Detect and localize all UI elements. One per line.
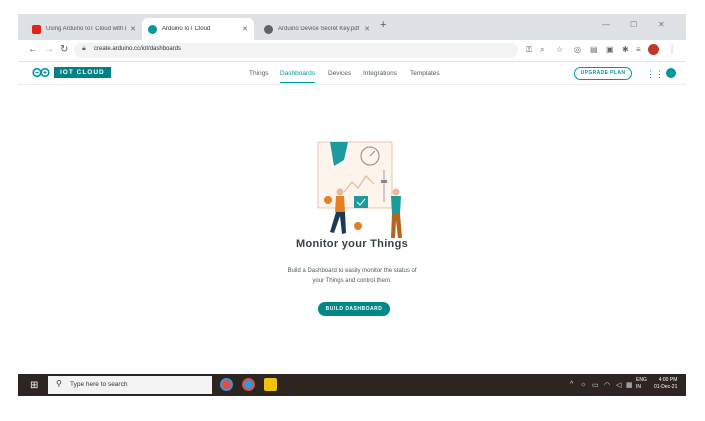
- browser-tab-strip: Using Arduino IoT Cloud with E… ✕ Arduin…: [18, 14, 686, 40]
- key-icon[interactable]: ⚿: [526, 45, 532, 55]
- maximize-icon[interactable]: ☐: [630, 20, 637, 29]
- region-code: IN: [636, 384, 641, 390]
- close-window-icon[interactable]: ✕: [658, 20, 665, 29]
- description-line: your Things and control them.: [312, 278, 392, 284]
- browser-tab-1[interactable]: Using Arduino IoT Cloud with E… ✕: [26, 18, 142, 40]
- apps-grid-icon[interactable]: ⋮⋮: [646, 69, 664, 80]
- language-indicator[interactable]: ENG IN: [636, 377, 647, 391]
- nav-dashboards[interactable]: Dashboards: [280, 70, 316, 83]
- tab-title: Arduino IoT Cloud: [162, 26, 211, 32]
- new-tab-button[interactable]: +: [380, 19, 386, 31]
- url-text: create.arduino.cc/iot/dashboards: [94, 46, 182, 52]
- search-icon: ⚲: [56, 379, 62, 388]
- profile-avatar[interactable]: [648, 44, 659, 55]
- zoom-icon[interactable]: ⌕: [540, 45, 544, 55]
- file-explorer-icon[interactable]: [264, 378, 277, 391]
- battery-icon[interactable]: ▭: [592, 381, 599, 389]
- reload-icon[interactable]: ↻: [60, 44, 68, 55]
- nav-things[interactable]: Things: [249, 70, 269, 77]
- dashboard-illustration: [317, 141, 402, 238]
- pdf-icon: [264, 24, 273, 34]
- tab-title: Using Arduino IoT Cloud with E…: [46, 26, 127, 32]
- chrome-taskbar-icon[interactable]: [220, 378, 233, 391]
- extension-icon[interactable]: ◎: [574, 45, 581, 54]
- minimize-icon[interactable]: —: [602, 20, 610, 29]
- windows-start-icon[interactable]: ⊞: [30, 380, 38, 391]
- chrome-taskbar-icon[interactable]: [242, 378, 255, 391]
- chevron-up-icon[interactable]: ^: [570, 381, 573, 388]
- kebab-menu-icon[interactable]: ⋮: [668, 45, 676, 54]
- empty-state-title: Monitor your Things: [295, 238, 409, 250]
- taskbar-search-placeholder: Type here to search: [70, 381, 128, 388]
- screen: Using Arduino IoT Cloud with E… ✕ Arduin…: [18, 14, 686, 396]
- keyboard-icon[interactable]: ▦: [626, 381, 633, 389]
- clock-date: 01-Dec-21: [654, 384, 678, 390]
- arduino-icon: [148, 24, 157, 34]
- user-avatar[interactable]: [666, 68, 676, 78]
- star-icon[interactable]: ☆: [556, 45, 563, 54]
- brand-label[interactable]: IOT CLOUD: [54, 67, 111, 78]
- youtube-icon: [32, 24, 41, 34]
- build-dashboard-button[interactable]: BUILD DASHBOARD: [318, 302, 390, 316]
- puzzle-icon[interactable]: ✱: [622, 45, 629, 54]
- upgrade-plan-button[interactable]: UPGRADE PLAN: [574, 67, 632, 80]
- extension-icon[interactable]: ▤: [590, 45, 598, 54]
- back-icon[interactable]: ←: [28, 44, 38, 55]
- extension-icon[interactable]: ▣: [606, 45, 614, 54]
- url-bar[interactable]: 🔒︎ create.arduino.cc/iot/dashboards: [74, 43, 518, 58]
- tray-icon[interactable]: ☼: [580, 381, 586, 388]
- close-icon[interactable]: ✕: [364, 25, 370, 33]
- arduino-logo-icon[interactable]: [32, 67, 50, 78]
- taskbar-clock[interactable]: 4:00 PM 01-Dec-21: [654, 377, 677, 391]
- taskbar-search[interactable]: ⚲ Type here to search: [48, 376, 212, 394]
- reading-list-icon[interactable]: ≡: [636, 45, 641, 54]
- clock-time: 4:00 PM: [658, 377, 678, 383]
- tab-title: Arduino Device Secret Key.pdf: [278, 26, 360, 32]
- wifi-icon[interactable]: ◠: [604, 381, 610, 389]
- volume-icon[interactable]: ◁: [616, 381, 621, 389]
- browser-tab-2[interactable]: Arduino IoT Cloud ✕: [142, 18, 254, 40]
- description-line: Build a Dashboard to easily monitor the …: [287, 268, 417, 274]
- language-code: ENG: [636, 377, 647, 383]
- app-header: IOT CLOUD Things Dashboards Devices Inte…: [18, 63, 686, 85]
- browser-tab-3[interactable]: Arduino Device Secret Key.pdf ✕: [258, 18, 376, 40]
- address-bar: ← → ↻ 🔒︎ create.arduino.cc/iot/dashboard…: [18, 40, 686, 62]
- close-icon[interactable]: ✕: [242, 25, 248, 33]
- forward-icon[interactable]: →: [44, 44, 54, 55]
- close-icon[interactable]: ✕: [130, 25, 136, 33]
- nav-devices[interactable]: Devices: [328, 70, 351, 77]
- nav-templates[interactable]: Templates: [410, 70, 440, 77]
- nav-integrations[interactable]: Integrations: [363, 70, 397, 77]
- empty-state-description: Build a Dashboard to easily monitor the …: [242, 266, 462, 286]
- windows-taskbar: ⊞ ⚲ Type here to search ^ ☼ ▭ ◠ ◁ ▦ ENG …: [18, 374, 686, 396]
- lock-icon: 🔒︎: [82, 45, 86, 52]
